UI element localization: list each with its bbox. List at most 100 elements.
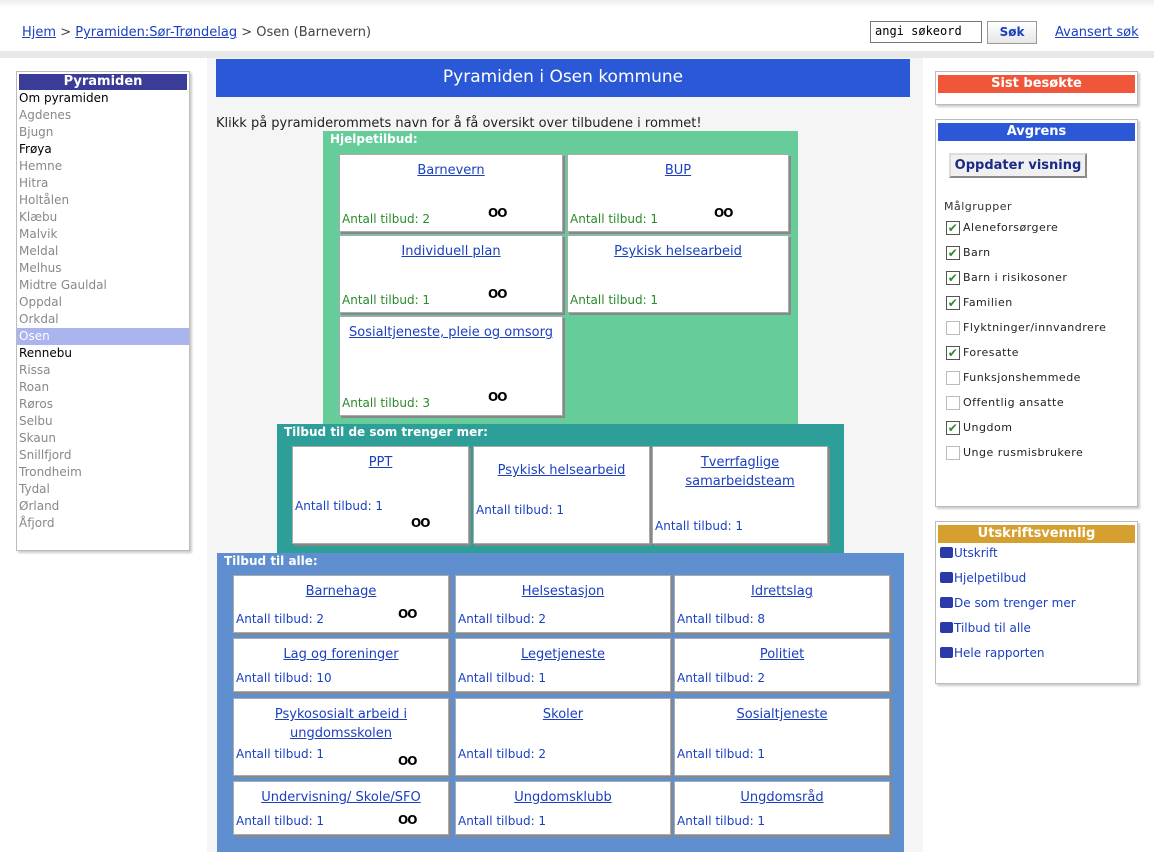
sidebar-item-agdenes[interactable]: Agdenes (17, 107, 189, 124)
glasses-icon[interactable]: ОО (488, 287, 507, 301)
checkbox-box[interactable]: ✔ (946, 271, 960, 285)
checkbox-box[interactable] (946, 321, 960, 335)
offer-card[interactable]: PPT Antall tilbud: 1 ОО (292, 446, 469, 544)
offer-name-link[interactable]: Sosialtjeneste, pleie og omsorg (340, 323, 562, 342)
offer-name-link[interactable]: Skoler (456, 705, 670, 724)
checkbox-box[interactable]: ✔ (946, 246, 960, 260)
filter-checkbox[interactable]: ✔ Barn (946, 246, 991, 266)
breadcrumb-region[interactable]: Pyramiden:Sør-Trøndelag (75, 25, 237, 40)
breadcrumb-home[interactable]: Hjem (22, 25, 56, 40)
checkbox-box[interactable] (946, 396, 960, 410)
sidebar-item-roan[interactable]: Roan (17, 379, 189, 396)
sidebar-item-hemne[interactable]: Hemne (17, 158, 189, 175)
update-view-button[interactable]: Oppdater visning (949, 153, 1087, 178)
offer-card[interactable]: Barnevern Antall tilbud: 2 ОО (339, 154, 563, 232)
offer-name-link[interactable]: BUP (568, 161, 788, 180)
filter-checkbox[interactable]: Flyktninger/innvandrere (946, 321, 1106, 341)
sidebar-item-rennebu[interactable]: Rennebu (17, 345, 189, 362)
search-button[interactable]: Søk (987, 21, 1037, 44)
filter-checkbox[interactable]: ✔ Barn i risikosoner (946, 271, 1067, 291)
offer-name-link[interactable]: PPT (293, 453, 468, 472)
checkbox-box[interactable]: ✔ (946, 221, 960, 235)
filter-checkbox[interactable]: Funksjonshemmede (946, 371, 1081, 391)
offer-card[interactable]: Ungdomsråd Antall tilbud: 1 (674, 781, 890, 835)
sidebar-item-bjugn[interactable]: Bjugn (17, 124, 189, 141)
filter-checkbox[interactable]: Unge rusmisbrukere (946, 446, 1083, 466)
glasses-icon[interactable]: ОО (714, 206, 733, 220)
checkbox-box[interactable]: ✔ (946, 346, 960, 360)
offer-card[interactable]: Tverrfaglige samarbeidsteam Antall tilbud… (652, 446, 828, 544)
glasses-icon[interactable]: ОО (411, 516, 430, 530)
offer-name-link[interactable]: Tverrfaglige samarbeidsteam (653, 453, 827, 491)
sidebar-item--fjord[interactable]: Åfjord (17, 515, 189, 532)
print-link-label[interactable]: Tilbud til alle (954, 621, 1031, 635)
sidebar-item-midtre-gauldal[interactable]: Midtre Gauldal (17, 277, 189, 294)
sidebar-item-melhus[interactable]: Melhus (17, 260, 189, 277)
offer-name-link[interactable]: Helsestasjon (456, 582, 670, 601)
offer-name-link[interactable]: Barnehage (234, 582, 448, 601)
checkbox-box[interactable] (946, 446, 960, 460)
filter-checkbox[interactable]: ✔ Aleneforsørgere (946, 221, 1058, 241)
checkbox-box[interactable]: ✔ (946, 421, 960, 435)
sidebar-item-rissa[interactable]: Rissa (17, 362, 189, 379)
offer-name-link[interactable]: Lag og foreninger (234, 645, 448, 664)
sidebar-item-malvik[interactable]: Malvik (17, 226, 189, 243)
print-link[interactable]: Hele rapporten (940, 646, 1044, 660)
glasses-icon[interactable]: ОО (488, 390, 507, 404)
glasses-icon[interactable]: ОО (488, 206, 507, 220)
print-link[interactable]: Utskrift (940, 546, 998, 560)
filter-checkbox[interactable]: Offentlig ansatte (946, 396, 1064, 416)
sidebar-item-oppdal[interactable]: Oppdal (17, 294, 189, 311)
offer-name-link[interactable]: Psykisk helsearbeid (568, 242, 788, 261)
checkbox-box[interactable]: ✔ (946, 296, 960, 310)
print-link[interactable]: Hjelpetilbud (940, 571, 1026, 585)
print-link-label[interactable]: Hjelpetilbud (954, 571, 1026, 585)
offer-card[interactable]: Sosialtjeneste, pleie og omsorg Antall ti… (339, 316, 563, 416)
offer-name-link[interactable]: Sosialtjeneste (675, 705, 889, 724)
sidebar-item-r-ros[interactable]: Røros (17, 396, 189, 413)
sidebar-item-trondheim[interactable]: Trondheim (17, 464, 189, 481)
sidebar-item-om-pyramiden[interactable]: Om pyramiden (17, 90, 189, 107)
glasses-icon[interactable]: ОО (398, 813, 417, 827)
offer-card[interactable]: Skoler Antall tilbud: 2 (455, 698, 671, 776)
offer-card[interactable]: Idrettslag Antall tilbud: 8 (674, 575, 890, 633)
sidebar-item-selbu[interactable]: Selbu (17, 413, 189, 430)
offer-card[interactable]: Sosialtjeneste Antall tilbud: 1 (674, 698, 890, 776)
sidebar-item-meldal[interactable]: Meldal (17, 243, 189, 260)
print-link[interactable]: Tilbud til alle (940, 621, 1031, 635)
offer-card[interactable]: Ungdomsklubb Antall tilbud: 1 (455, 781, 671, 835)
offer-name-link[interactable]: Ungdomsklubb (456, 788, 670, 807)
filter-checkbox[interactable]: ✔ Foresatte (946, 346, 1019, 366)
offer-card[interactable]: Lag og foreninger Antall tilbud: 10 (233, 638, 449, 692)
offer-card[interactable]: Helsestasjon Antall tilbud: 2 (455, 575, 671, 633)
advanced-search-link[interactable]: Avansert søk (1055, 25, 1139, 40)
offer-card[interactable]: Politiet Antall tilbud: 2 (674, 638, 890, 692)
sidebar-item-holt-len[interactable]: Holtålen (17, 192, 189, 209)
filter-checkbox[interactable]: ✔ Ungdom (946, 421, 1012, 441)
search-input[interactable]: angi søkeord (870, 21, 982, 43)
sidebar-item-hitra[interactable]: Hitra (17, 175, 189, 192)
glasses-icon[interactable]: ОО (398, 754, 417, 768)
sidebar-item-osen[interactable]: Osen (17, 328, 189, 345)
sidebar-item-snillfjord[interactable]: Snillfjord (17, 447, 189, 464)
offer-name-link[interactable]: Individuell plan (340, 242, 562, 261)
offer-card[interactable]: Legetjeneste Antall tilbud: 1 (455, 638, 671, 692)
offer-card[interactable]: Barnehage Antall tilbud: 2 ОО (233, 575, 449, 633)
sidebar-item-tydal[interactable]: Tydal (17, 481, 189, 498)
offer-card[interactable]: Undervisning/ Skole/SFO Antall tilbud: 1 О… (233, 781, 449, 835)
offer-card[interactable]: Psykisk helsearbeid Antall tilbud: 1 (473, 446, 650, 544)
offer-name-link[interactable]: Politiet (675, 645, 889, 664)
offer-card[interactable]: Psykisk helsearbeid Antall tilbud: 1 (567, 235, 789, 313)
offer-card[interactable]: BUP Antall tilbud: 1 ОО (567, 154, 789, 232)
print-link-label[interactable]: Hele rapporten (954, 646, 1044, 660)
offer-card[interactable]: Psykososialt arbeid i ungdomsskolen Antal… (233, 698, 449, 776)
offer-card[interactable]: Individuell plan Antall tilbud: 1 ОО (339, 235, 563, 313)
offer-name-link[interactable]: Undervisning/ Skole/SFO (234, 788, 448, 807)
offer-name-link[interactable]: Psykososialt arbeid i ungdomsskolen (234, 705, 448, 743)
filter-checkbox[interactable]: ✔ Familien (946, 296, 1013, 316)
offer-name-link[interactable]: Ungdomsråd (675, 788, 889, 807)
checkbox-box[interactable] (946, 371, 960, 385)
offer-name-link[interactable]: Psykisk helsearbeid (474, 461, 649, 480)
sidebar-item--rland[interactable]: Ørland (17, 498, 189, 515)
sidebar-item-kl-bu[interactable]: Klæbu (17, 209, 189, 226)
